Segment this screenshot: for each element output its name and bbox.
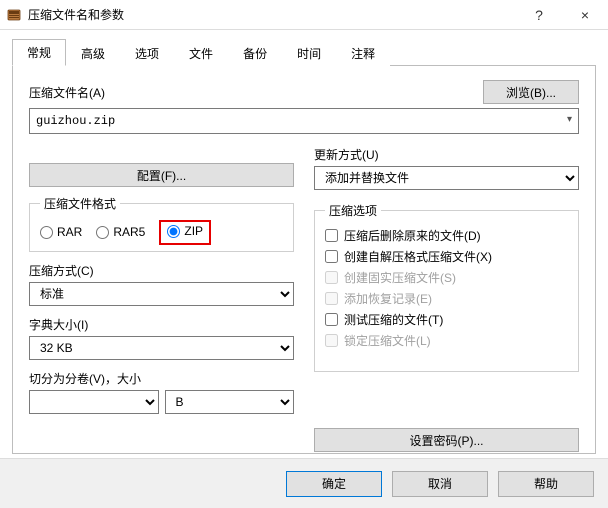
- ok-button-label: 确定: [322, 475, 346, 492]
- help-button-bottom[interactable]: 帮助: [498, 471, 594, 497]
- chk-test[interactable]: 测试压缩的文件(T): [325, 311, 568, 328]
- chk-recovery-input: [325, 292, 338, 305]
- chk-lock: 锁定压缩文件(L): [325, 332, 568, 349]
- chk-test-label: 测试压缩的文件(T): [344, 311, 443, 328]
- update-label: 更新方式(U): [314, 146, 579, 163]
- tab-comment[interactable]: 注释: [336, 40, 390, 66]
- radio-rar5-label: RAR5: [113, 225, 145, 239]
- dict-label: 字典大小(I): [29, 316, 294, 333]
- radio-rar[interactable]: RAR: [40, 225, 82, 239]
- chk-solid-label: 创建固实压缩文件(S): [344, 269, 456, 286]
- format-group: 压缩文件格式 RAR RAR5 ZI: [29, 195, 294, 252]
- configure-button-label: 配置(F)...: [137, 167, 186, 184]
- chk-delete-after[interactable]: 压缩后删除原来的文件(D): [325, 227, 568, 244]
- help-button-label: 帮助: [534, 475, 558, 492]
- configure-button[interactable]: 配置(F)...: [29, 163, 294, 187]
- options-group: 压缩选项 压缩后删除原来的文件(D) 创建自解压格式压缩文件(X) 创建固: [314, 202, 579, 372]
- browse-button-label: 浏览(B)...: [506, 84, 556, 101]
- method-label: 压缩方式(C): [29, 262, 294, 279]
- chk-delete-after-label: 压缩后删除原来的文件(D): [344, 227, 481, 244]
- radio-rar-label: RAR: [57, 225, 82, 239]
- tab-options[interactable]: 选项: [120, 40, 174, 66]
- chk-delete-after-input[interactable]: [325, 229, 338, 242]
- titlebar: 压缩文件名和参数 ? ×: [0, 0, 608, 30]
- chk-solid: 创建固实压缩文件(S): [325, 269, 568, 286]
- chk-sfx[interactable]: 创建自解压格式压缩文件(X): [325, 248, 568, 265]
- tab-strip: 常规 高级 选项 文件 备份 时间 注释: [12, 40, 596, 66]
- tab-backup[interactable]: 备份: [228, 40, 282, 66]
- method-select[interactable]: 标准: [29, 282, 294, 306]
- dialog-button-bar: 确定 取消 帮助: [0, 458, 608, 508]
- tab-general[interactable]: 常规: [12, 39, 66, 66]
- update-select[interactable]: 添加并替换文件: [314, 166, 579, 190]
- chk-sfx-input[interactable]: [325, 250, 338, 263]
- filename-label: 压缩文件名(A): [29, 84, 473, 101]
- chk-test-input[interactable]: [325, 313, 338, 326]
- window-title: 压缩文件名和参数: [28, 6, 124, 23]
- format-legend: 压缩文件格式: [40, 195, 120, 212]
- password-button-label: 设置密码(P)...: [410, 432, 484, 449]
- app-icon: [6, 7, 22, 23]
- radio-rar5-input[interactable]: [96, 226, 109, 239]
- radio-rar5[interactable]: RAR5: [96, 225, 145, 239]
- chk-lock-input: [325, 334, 338, 347]
- filename-combobox[interactable]: guizhou.zip ▾: [29, 108, 579, 134]
- chk-recovery: 添加恢复记录(E): [325, 290, 568, 307]
- filename-value: guizhou.zip: [36, 114, 115, 128]
- browse-button[interactable]: 浏览(B)...: [483, 80, 579, 104]
- radio-zip[interactable]: ZIP: [167, 224, 203, 238]
- options-legend: 压缩选项: [325, 202, 381, 219]
- tab-files[interactable]: 文件: [174, 40, 228, 66]
- cancel-button[interactable]: 取消: [392, 471, 488, 497]
- dict-select[interactable]: 32 KB: [29, 336, 294, 360]
- close-button[interactable]: ×: [562, 0, 608, 30]
- chk-recovery-label: 添加恢复记录(E): [344, 290, 432, 307]
- chk-solid-input: [325, 271, 338, 284]
- chevron-down-icon: ▾: [567, 114, 572, 125]
- split-size-select[interactable]: [29, 390, 159, 414]
- tab-time[interactable]: 时间: [282, 40, 336, 66]
- cancel-button-label: 取消: [428, 475, 452, 492]
- chk-lock-label: 锁定压缩文件(L): [344, 332, 431, 349]
- radio-rar-input[interactable]: [40, 226, 53, 239]
- password-button[interactable]: 设置密码(P)...: [314, 428, 579, 452]
- ok-button[interactable]: 确定: [286, 471, 382, 497]
- radio-zip-label: ZIP: [184, 224, 203, 238]
- split-unit-select[interactable]: B: [165, 390, 295, 414]
- split-label: 切分为分卷(V)，大小: [29, 370, 294, 387]
- radio-zip-input[interactable]: [167, 225, 180, 238]
- tab-advanced[interactable]: 高级: [66, 40, 120, 66]
- help-button[interactable]: ?: [516, 0, 562, 30]
- tab-panel-general: 压缩文件名(A) 浏览(B)... guizhou.zip ▾ 配置(F)...…: [12, 66, 596, 454]
- chk-sfx-label: 创建自解压格式压缩文件(X): [344, 248, 492, 265]
